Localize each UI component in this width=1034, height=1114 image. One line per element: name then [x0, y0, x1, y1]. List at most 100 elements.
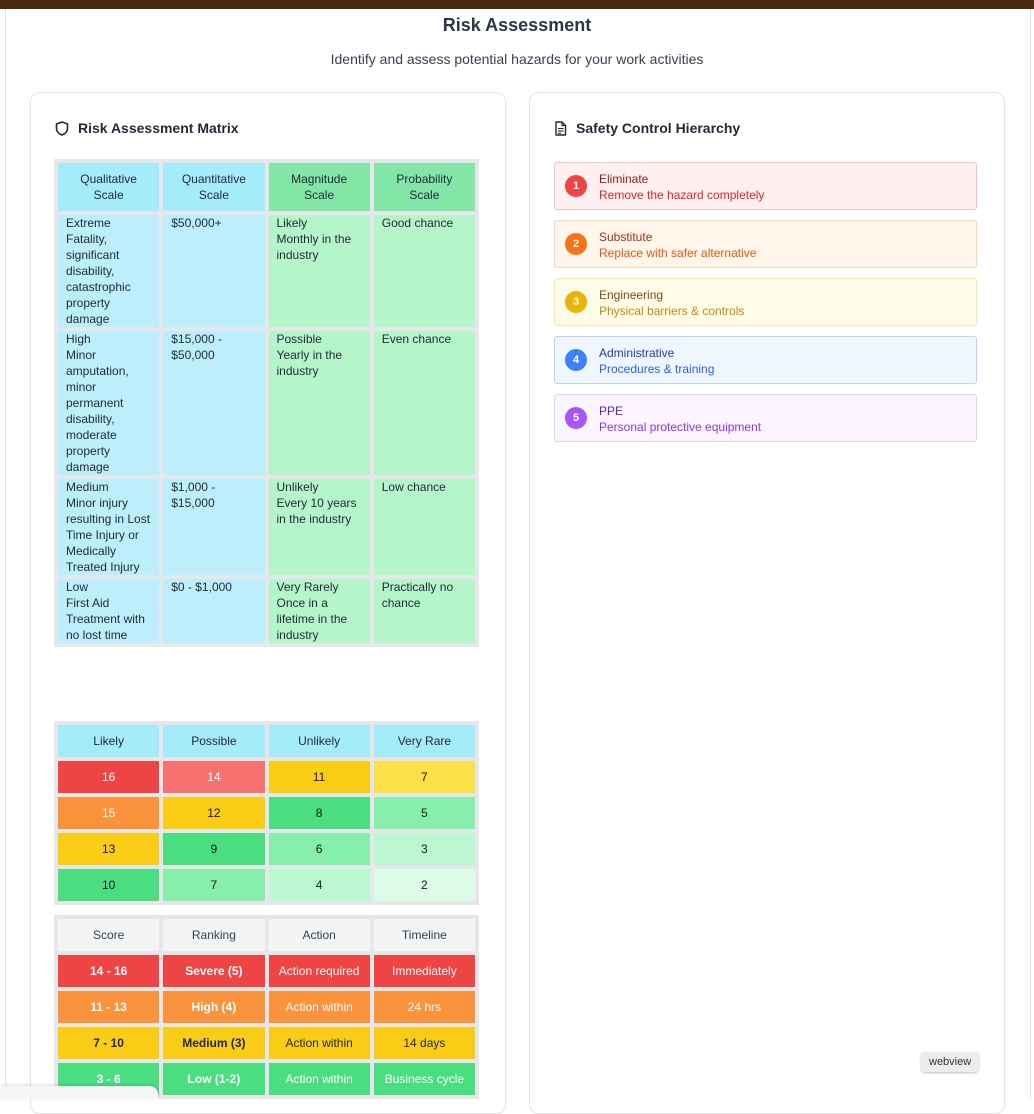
legend-cell-score: 7 - 10	[58, 1027, 160, 1059]
matrix-cell: 7	[163, 869, 265, 901]
control-description: Remove the hazard completely	[599, 188, 765, 202]
control-name: Engineering	[599, 288, 664, 302]
legend-header-action: Action	[268, 919, 370, 951]
matrix-cell: 10	[58, 869, 160, 901]
scale-cell-quantitative: $1,000 - $15,000	[163, 479, 265, 575]
control-name: Eliminate	[599, 172, 649, 186]
matrix-row: 15 12 8 5	[58, 797, 475, 829]
scale-cell-quantitative: $0 - $1,000	[163, 579, 265, 643]
matrix-header-unlikely: Unlikely	[268, 725, 370, 757]
matrix-cell: 3	[373, 833, 475, 865]
page-title: Risk Assessment	[442, 15, 592, 35]
legend-header-timeline: Timeline	[373, 919, 475, 951]
legend-cell-timeline: 14 days	[373, 1027, 475, 1059]
safety-hierarchy-card-title: Safety Control Hierarchy	[576, 120, 741, 136]
window-top-bar	[0, 0, 1034, 9]
matrix-cell: 14	[163, 761, 265, 793]
scale-cell-magnitude: Very Rarely Once in a lifetime in the in…	[268, 579, 370, 643]
control-number-badge: 5	[565, 407, 587, 429]
webview-badge: webview	[921, 1052, 980, 1072]
scale-row: Medium Minor injury resulting in Lost Ti…	[58, 479, 475, 575]
control-number-badge: 3	[565, 291, 587, 313]
matrix-header-likely: Likely	[58, 725, 160, 757]
legend-header-ranking: Ranking	[163, 919, 265, 951]
matrix-header-row: Likely Possible Unlikely Very Rare	[58, 725, 475, 757]
matrix-cell: 8	[268, 797, 370, 829]
risk-score-matrix: Likely Possible Unlikely Very Rare 16 14 1…	[54, 721, 479, 905]
matrix-header-possible: Possible	[163, 725, 265, 757]
matrix-row: 16 14 11 7	[58, 761, 475, 793]
scale-cell-probability: Low chance	[373, 479, 475, 575]
shield-icon	[55, 120, 69, 136]
legend-row: 7 - 10 Medium (3) Action within 14 days	[58, 1027, 475, 1059]
matrix-cell: 13	[58, 833, 160, 865]
matrix-cell: 15	[58, 797, 160, 829]
legend-cell-ranking: High (4)	[163, 991, 265, 1023]
legend-cell-score: 14 - 16	[58, 955, 160, 987]
control-item-ppe: 5 PPE Personal protective equipment	[554, 394, 977, 442]
scale-header-qualitative: Qualitative Scale	[58, 163, 160, 211]
control-description: Physical barriers & controls	[599, 304, 745, 318]
matrix-cell: 5	[373, 797, 475, 829]
scale-header-row: Qualitative Scale Quantitative Scale Mag…	[58, 163, 475, 211]
scale-cell-probability: Good chance	[373, 215, 475, 327]
legend-row: 11 - 13 High (4) Action within 24 hrs	[58, 991, 475, 1023]
control-description: Personal protective equipment	[599, 420, 762, 434]
matrix-header-very-rare: Very Rare	[373, 725, 475, 757]
control-number-badge: 1	[565, 175, 587, 197]
scale-row: Extreme Fatality, significant disability…	[58, 215, 475, 327]
matrix-cell: 9	[163, 833, 265, 865]
legend-cell-timeline: 24 hrs	[373, 991, 475, 1023]
scale-header-quantitative: Quantitative Scale	[163, 163, 265, 211]
control-description: Procedures & training	[599, 362, 715, 376]
legend-cell-score: 11 - 13	[58, 991, 160, 1023]
scale-cell-probability: Even chance	[373, 331, 475, 475]
control-description: Replace with safer alternative	[599, 246, 757, 260]
matrix-row: 13 9 6 3	[58, 833, 475, 865]
scale-header-magnitude: Magnitude Scale	[268, 163, 370, 211]
scale-cell-qualitative: Extreme Fatality, significant disability…	[58, 215, 160, 327]
legend-header-score: Score	[58, 919, 160, 951]
page-subtitle: Identify and assess potential hazards fo…	[330, 51, 704, 67]
document-icon	[554, 120, 567, 136]
scale-cell-qualitative: High Minor amputation, minor permanent d…	[58, 331, 160, 475]
scale-cell-quantitative: $15,000 - $50,000	[163, 331, 265, 475]
scale-row: Low First Aid Treatment with no lost tim…	[58, 579, 475, 643]
safety-hierarchy-card: Safety Control Hierarchy 1 Eliminate Remov…	[529, 92, 1005, 1114]
scale-cell-qualitative: Medium Minor injury resulting in Lost Ti…	[58, 479, 160, 575]
scale-cell-quantitative: $50,000+	[163, 215, 265, 327]
legend-cell-ranking: Medium (3)	[163, 1027, 265, 1059]
legend-header-row: Score Ranking Action Timeline	[58, 919, 475, 951]
scale-header-probability: Probability Scale	[373, 163, 475, 211]
control-name: PPE	[599, 404, 624, 418]
control-item-administrative: 4 Administrative Procedures & training	[554, 336, 977, 384]
legend-cell-ranking: Low (1-2)	[163, 1063, 265, 1095]
scale-cell-magnitude: Likely Monthly in the industry	[268, 215, 370, 327]
control-name: Administrative	[599, 346, 675, 360]
risk-matrix-card-title: Risk Assessment Matrix	[78, 120, 239, 136]
control-item-substitute: 2 Substitute Replace with safer alternativ…	[554, 220, 977, 268]
control-item-engineering: 3 Engineering Physical barriers & controls	[554, 278, 977, 326]
overlay-corner	[0, 1086, 158, 1099]
legend-cell-timeline: Immediately	[373, 955, 475, 987]
legend-cell-timeline: Business cycle	[373, 1063, 475, 1095]
scale-cell-magnitude: Unlikely Every 10 years in the industry	[268, 479, 370, 575]
matrix-cell: 12	[163, 797, 265, 829]
matrix-cell: 16	[58, 761, 160, 793]
legend-cell-action: Action within	[268, 1027, 370, 1059]
legend-cell-action: Action within	[268, 991, 370, 1023]
control-number-badge: 2	[565, 233, 587, 255]
matrix-cell: 6	[268, 833, 370, 865]
scale-row: High Minor amputation, minor permanent d…	[58, 331, 475, 475]
control-number-badge: 4	[565, 349, 587, 371]
legend-cell-action: Action within	[268, 1063, 370, 1095]
safety-hierarchy-card-header: Safety Control Hierarchy	[554, 120, 740, 136]
matrix-row: 10 7 4 2	[58, 869, 475, 901]
legend-row: 14 - 16 Severe (5) Action required Immediat…	[58, 955, 475, 987]
matrix-cell: 11	[268, 761, 370, 793]
matrix-cell: 2	[373, 869, 475, 901]
legend-cell-ranking: Severe (5)	[163, 955, 265, 987]
risk-matrix-card-header: Risk Assessment Matrix	[55, 120, 239, 136]
scale-cell-probability: Practically no chance	[373, 579, 475, 643]
scale-cell-magnitude: Possible Yearly in the industry	[268, 331, 370, 475]
